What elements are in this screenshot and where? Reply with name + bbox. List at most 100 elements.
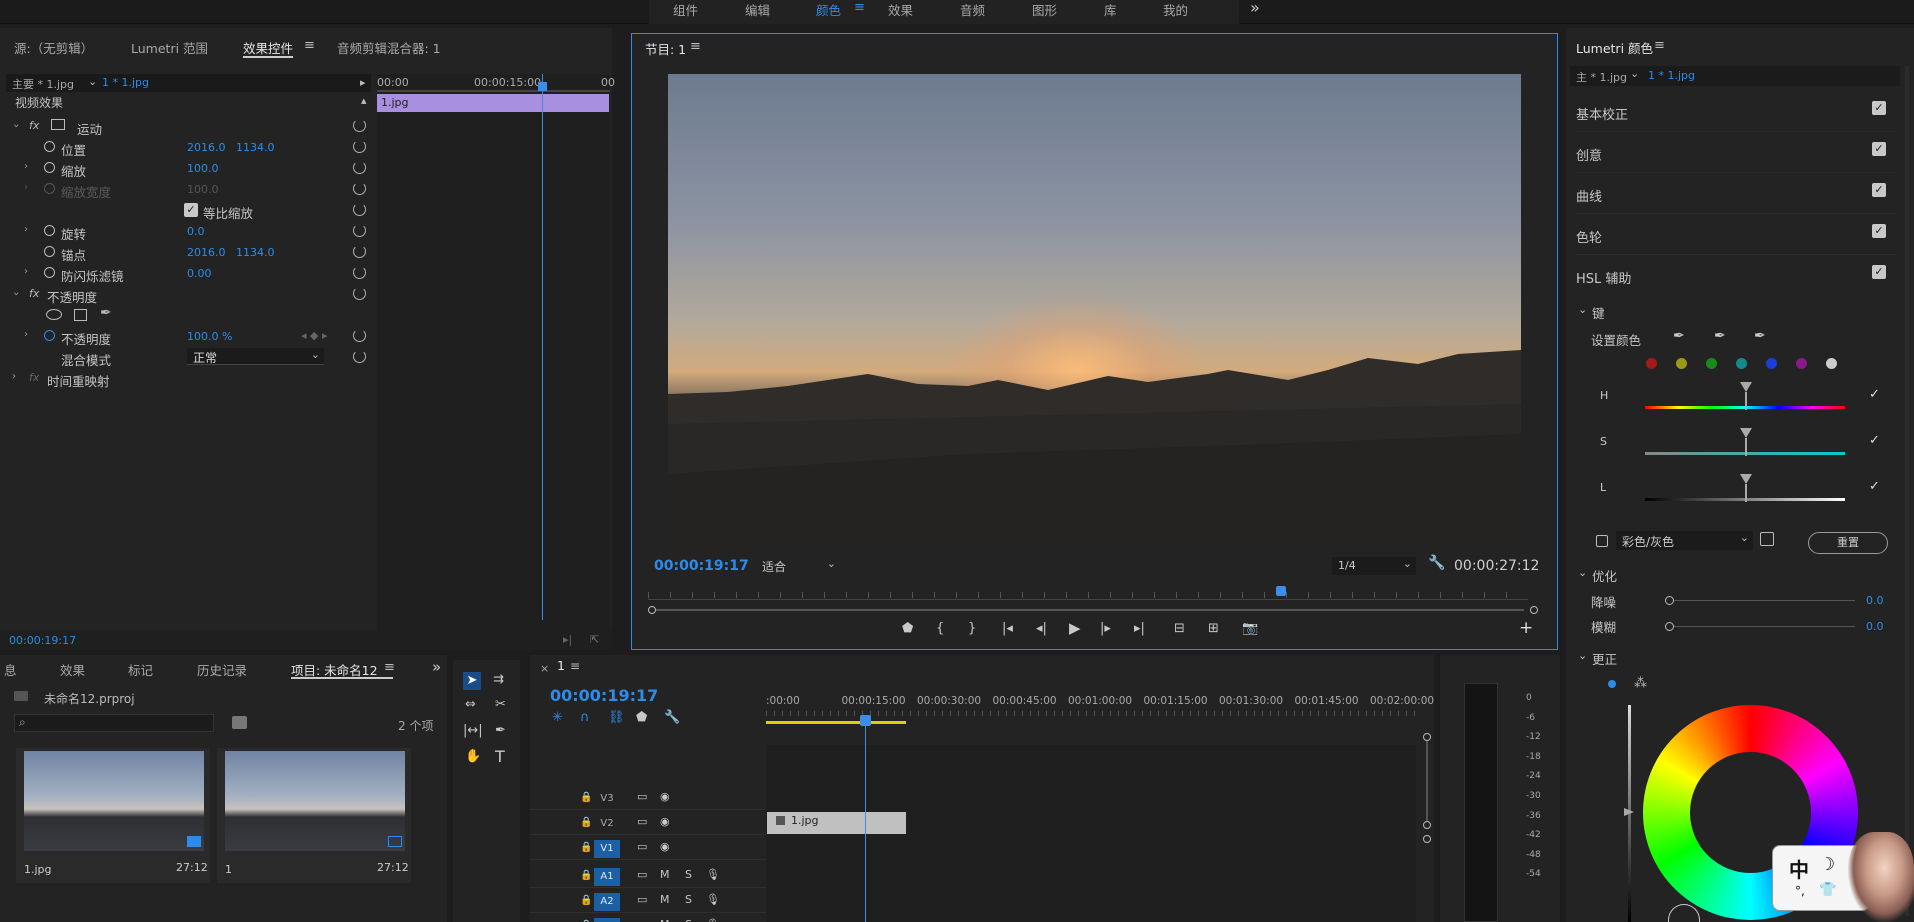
type-tool-icon[interactable]: T — [495, 749, 505, 765]
hsl-secondary-section[interactable]: HSL 辅助 ✓ — [1576, 256, 1896, 296]
color-wheels-checkbox[interactable]: ✓ — [1872, 224, 1886, 238]
reset-button[interactable]: 重置 — [1808, 532, 1888, 554]
search-input[interactable]: ⌕ — [14, 714, 214, 732]
position-x-value[interactable]: 2016.0 — [187, 141, 226, 154]
go-to-out-icon[interactable]: ▸| — [1134, 622, 1145, 635]
saturation-handle[interactable] — [1740, 428, 1752, 456]
eyedropper-add-icon[interactable]: ✒ — [1714, 328, 1726, 344]
step-forward-icon[interactable]: |▸ — [1100, 622, 1111, 635]
antiflicker-value[interactable]: 0.00 — [187, 267, 212, 280]
uniform-scale-checkbox[interactable]: ✓ — [184, 203, 198, 217]
microphone-icon[interactable]: 🎙 — [706, 868, 720, 881]
track-header-v3[interactable]: 🔒 V3 ▭ ◉ — [530, 786, 766, 810]
thumbnail[interactable] — [24, 751, 204, 851]
tab-history[interactable]: 历史记录 — [197, 660, 247, 679]
mute-button[interactable]: M — [660, 868, 670, 881]
hue-checkmark-icon[interactable]: ✓ — [1869, 387, 1880, 402]
more-panels-icon[interactable]: » — [432, 658, 441, 676]
keyframe-nav-icon[interactable]: ◂ ◆ ▸ — [301, 329, 328, 342]
sync-lock-icon[interactable]: ▭ — [637, 815, 647, 828]
lock-icon[interactable]: 🔒 — [580, 792, 592, 803]
denoise-slider-thumb[interactable] — [1665, 596, 1674, 605]
stopwatch-icon[interactable] — [44, 267, 55, 278]
track-target[interactable]: A3 — [594, 918, 620, 922]
workspace-tab-color[interactable]: 颜色 — [816, 0, 841, 19]
export-frame-icon[interactable]: 📷 — [1242, 622, 1258, 635]
workspace-tab-libraries[interactable]: 库 — [1104, 0, 1117, 19]
close-icon[interactable]: × — [540, 662, 549, 675]
reset-icon[interactable] — [353, 119, 366, 132]
tab-effect-controls[interactable]: 效果控件 — [243, 38, 293, 57]
track-target[interactable]: V1 — [594, 840, 620, 858]
video-frame[interactable] — [668, 74, 1521, 554]
stopwatch-icon[interactable] — [44, 330, 55, 341]
color-swatch[interactable] — [1826, 358, 1837, 369]
denoise-value[interactable]: 0.0 — [1866, 594, 1884, 607]
lumetri-master-label[interactable]: 主 * 1.jpg — [1576, 69, 1627, 85]
panel-menu-icon[interactable]: ≡ — [570, 659, 580, 673]
ec-mini-timeline[interactable]: 00:00 00:00:15:00 00 1.jpg — [377, 74, 615, 650]
step-back-icon[interactable]: ◂| — [1036, 622, 1047, 635]
export-icon[interactable]: ⇱ — [590, 633, 599, 646]
reset-icon[interactable] — [353, 266, 366, 279]
workspace-tab-mine[interactable]: 我的 — [1163, 0, 1188, 19]
tab-info[interactable]: 息 — [4, 660, 17, 679]
track-header-a1[interactable]: 🔒 A1 ▭ M S 🎙 — [530, 864, 766, 888]
scale-value[interactable]: 100.0 — [187, 162, 219, 175]
punctuation-icon[interactable]: °, — [1795, 884, 1805, 898]
curves-section[interactable]: 曲线 ✓ — [1576, 174, 1896, 214]
lock-icon[interactable]: 🔒 — [580, 842, 592, 853]
anchor-y-value[interactable]: 1134.0 — [236, 246, 275, 259]
work-area-bar[interactable] — [766, 721, 906, 724]
workspace-tab-assembly[interactable]: 组件 — [673, 0, 698, 19]
chevron-down-icon[interactable]: ⌄ — [1630, 67, 1639, 80]
color-swatch[interactable] — [1646, 358, 1657, 369]
add-button-icon[interactable]: + — [1519, 618, 1533, 638]
mini-playhead[interactable] — [542, 74, 543, 620]
stopwatch-icon[interactable] — [44, 246, 55, 257]
track-header-v2[interactable]: 🔒 V2 ▭ ◉ — [530, 811, 766, 835]
program-ruler[interactable] — [648, 584, 1528, 606]
basic-correction-section[interactable]: 基本校正 ✓ — [1576, 92, 1896, 132]
track-header-a3[interactable]: 🔒A3▭MS🎙 — [530, 914, 766, 922]
snap-icon[interactable]: ∩ — [580, 711, 590, 724]
eye-icon[interactable]: ◉ — [660, 840, 670, 853]
clip-label[interactable]: 1 * 1.jpg — [102, 76, 149, 89]
chevron-down-icon[interactable]: ⌄ — [1578, 649, 1587, 662]
mute-button[interactable]: M — [660, 918, 670, 922]
zoom-scrollbar[interactable] — [648, 606, 1538, 614]
track-select-tool-icon[interactable]: ⇉ — [493, 673, 504, 686]
tab-effects[interactable]: 效果 — [60, 660, 85, 679]
more-workspaces-icon[interactable]: » — [1250, 0, 1260, 17]
filter-icon[interactable]: ▸| — [563, 633, 572, 646]
color-swatch[interactable] — [1676, 358, 1687, 369]
opacity-value[interactable]: 100.0 % — [187, 330, 232, 343]
solo-button[interactable]: S — [685, 868, 692, 881]
razor-tool-icon[interactable]: ✂ — [495, 698, 506, 711]
reset-icon[interactable] — [353, 224, 366, 237]
reset-icon[interactable] — [353, 161, 366, 174]
mark-out-icon[interactable]: } — [968, 622, 976, 635]
color-swatch[interactable] — [1706, 358, 1717, 369]
stopwatch-icon[interactable] — [44, 162, 55, 173]
sync-lock-icon[interactable]: ▭ — [637, 840, 647, 853]
microphone-icon[interactable]: 🎙 — [706, 893, 720, 906]
chevron-down-icon[interactable]: ⌄ — [1578, 566, 1587, 579]
slip-tool-icon[interactable]: |↔| — [463, 724, 483, 737]
master-clip-label[interactable]: 主要 * 1.jpg — [12, 76, 74, 92]
workspace-tab-editing[interactable]: 编辑 — [745, 0, 770, 19]
luminance-checkmark-icon[interactable]: ✓ — [1869, 479, 1880, 494]
track-header-a2[interactable]: 🔒 A2 ▭ M S 🎙 — [530, 889, 766, 913]
timeline-timecode[interactable]: 00:00:19:17 — [550, 686, 658, 705]
stopwatch-icon[interactable] — [44, 141, 55, 152]
skin-icon[interactable]: 👕 — [1819, 882, 1836, 898]
tab-lumetri-scope[interactable]: Lumetri 范围 — [131, 38, 208, 57]
thumbnail[interactable] — [225, 751, 405, 851]
resolution-select[interactable]: 1/4 ⌄ — [1332, 557, 1416, 575]
vertical-zoom-scrollbar[interactable] — [1423, 733, 1431, 893]
solo-button[interactable]: S — [685, 918, 692, 922]
solo-button[interactable]: S — [685, 893, 692, 906]
reset-icon[interactable] — [353, 140, 366, 153]
lumetri-scrollbar[interactable] — [1905, 66, 1909, 916]
moon-icon[interactable]: ☽ — [1819, 854, 1835, 875]
